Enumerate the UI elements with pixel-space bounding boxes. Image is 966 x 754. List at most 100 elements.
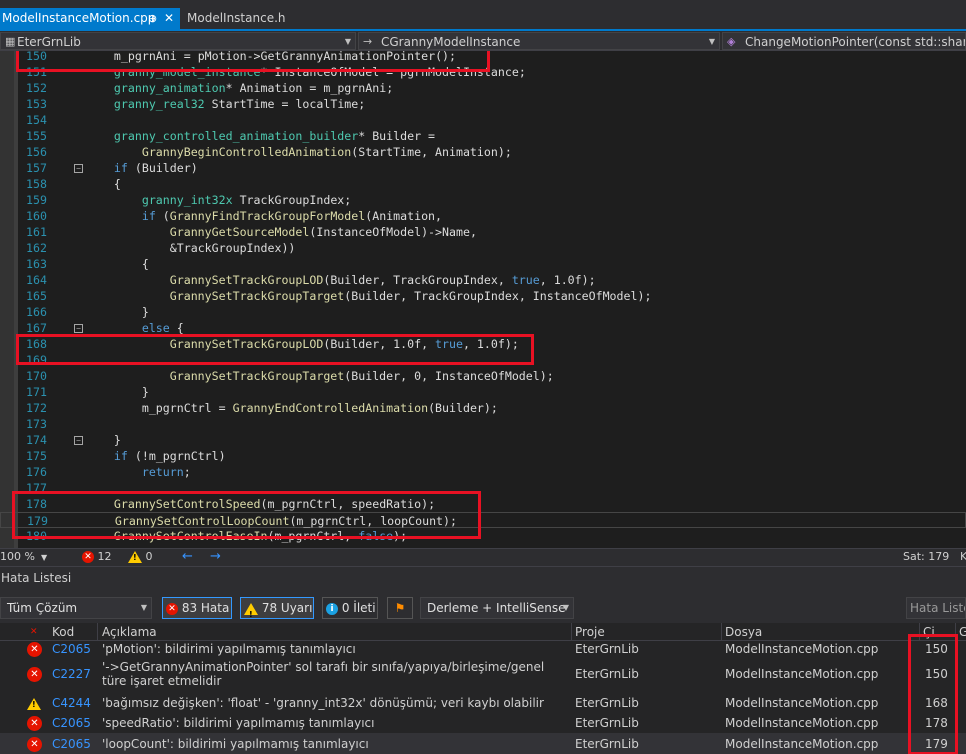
code-line[interactable]: 167 − else { xyxy=(0,320,966,336)
error-code-link[interactable]: C2065 xyxy=(52,642,91,656)
navigate-forward-icon[interactable]: → xyxy=(210,549,221,564)
line-number: 159 xyxy=(26,193,47,207)
zoom-dropdown[interactable]: 100 % ▼ xyxy=(0,550,47,563)
column-separator[interactable] xyxy=(571,623,572,641)
error-row[interactable]: ! C4244 'bağımsız değişken': 'float' - 'gr… xyxy=(0,693,966,713)
code-line[interactable]: 157 − if (Builder) xyxy=(0,160,966,176)
code-text: if (GrannyFindTrackGroupForModel(Animati… xyxy=(141,209,443,223)
line-number: 160 xyxy=(26,209,47,223)
editor-error-count[interactable]: ✕ 12 xyxy=(82,550,112,563)
line-number: 175 xyxy=(26,449,47,463)
code-line[interactable]: 174 − } xyxy=(0,432,966,448)
column-code[interactable]: Kod xyxy=(52,624,74,640)
code-line[interactable]: 166 } xyxy=(0,304,966,320)
code-line[interactable]: 151 granny_model_instance* InstanceOfMod… xyxy=(0,64,966,80)
column-description[interactable]: Açıklama xyxy=(102,624,157,640)
code-line[interactable]: 168 GrannySetTrackGroupLOD(Builder, 1.0f… xyxy=(0,336,966,352)
code-line[interactable]: 165 GrannySetTrackGroupTarget(Builder, T… xyxy=(0,288,966,304)
code-line[interactable]: 152 granny_animation* Animation = m_pgrn… xyxy=(0,80,966,96)
error-code-link[interactable]: C2227 xyxy=(52,667,91,681)
code-line[interactable]: 158 { xyxy=(0,176,966,192)
project-dropdown[interactable]: ▦ EterGrnLib ▼ xyxy=(0,32,356,50)
navigate-back-icon[interactable]: ← xyxy=(182,549,193,564)
scope-value: Tüm Çözüm xyxy=(7,601,78,615)
code-line[interactable]: 160 if (GrannyFindTrackGroupForModel(Ani… xyxy=(0,208,966,224)
filter-icon[interactable]: ⚑ xyxy=(387,597,413,619)
code-line[interactable]: 172 m_pgrnCtrl = GrannyEndControlledAnim… xyxy=(0,400,966,416)
scope-dropdown[interactable]: Tüm Çözüm ▼ xyxy=(0,597,152,619)
collapse-icon[interactable]: − xyxy=(74,436,83,445)
warnings-filter-button[interactable]: ! 78 Uyarı xyxy=(240,597,314,619)
code-line[interactable]: 176 return; xyxy=(0,464,966,480)
code-line[interactable]: 178 GrannySetControlSpeed(m_pgrnCtrl, sp… xyxy=(0,496,966,512)
tab-model-instance-motion[interactable]: ModelInstanceMotion.cpp ⊕ ✕ xyxy=(0,8,180,29)
chevron-down-icon: ▼ xyxy=(140,603,147,612)
code-text: GrannySetTrackGroupLOD(Builder, TrackGro… xyxy=(169,273,596,287)
pin-icon[interactable]: ⊕ xyxy=(148,8,157,29)
messages-filter-button[interactable]: i 0 İleti xyxy=(322,597,378,619)
column-extra[interactable]: G xyxy=(959,624,966,640)
code-line[interactable]: 156 GrannyBeginControlledAnimation(Start… xyxy=(0,144,966,160)
error-row[interactable]: ✕ C2065 'pMotion': bildirimi yapılmamış ta… xyxy=(0,640,966,658)
editor-warning-count[interactable]: ! 0 xyxy=(128,550,153,563)
column-project[interactable]: Proje xyxy=(575,624,605,640)
line-number: 154 xyxy=(26,113,47,127)
error-file: ModelInstanceMotion.cpp xyxy=(725,737,879,751)
error-project: EterGrnLib xyxy=(575,667,639,681)
column-separator[interactable] xyxy=(721,623,722,641)
error-row[interactable]: ✕ C2227 '->GetGrannyAnimationPointer' sol … xyxy=(0,658,966,690)
error-row[interactable]: ✕ C2065 'loopCount': bildirimi yapılmamış … xyxy=(0,733,966,754)
messages-filter-label: 0 İleti xyxy=(341,601,376,615)
code-text: GrannySetControlEaseIn(m_pgrnCtrl, false… xyxy=(113,529,408,543)
code-line[interactable]: 173 xyxy=(0,416,966,432)
line-number: 161 xyxy=(26,225,47,239)
code-line[interactable]: 163 { xyxy=(0,256,966,272)
error-project: EterGrnLib xyxy=(575,642,639,656)
code-line[interactable]: 154 xyxy=(0,112,966,128)
code-text: { xyxy=(86,177,121,191)
code-line[interactable]: 177 xyxy=(0,480,966,496)
code-text: granny_animation* Animation = m_pgrnAni; xyxy=(113,81,394,95)
code-text: GrannySetTrackGroupTarget(Builder, Track… xyxy=(169,289,652,303)
column-separator[interactable] xyxy=(97,623,98,641)
code-line[interactable]: 171 } xyxy=(0,384,966,400)
column-separator[interactable] xyxy=(955,623,956,641)
error-code-link[interactable]: C2065 xyxy=(52,716,91,730)
chevron-down-icon: ▼ xyxy=(40,553,48,562)
error-code-link[interactable]: C2065 xyxy=(52,737,91,751)
line-number: 165 xyxy=(26,289,47,303)
column-file[interactable]: Dosya xyxy=(725,624,762,640)
sort-icon[interactable]: ✕ xyxy=(30,624,38,640)
close-icon[interactable]: ✕ xyxy=(164,8,174,29)
errors-filter-button[interactable]: ✕ 83 Hata xyxy=(162,597,232,619)
error-list-search-input[interactable]: Hata Listesi xyxy=(906,597,966,619)
error-row[interactable]: ✕ C2065 'speedRatio': bildirimi yapılmamış… xyxy=(0,713,966,733)
code-line[interactable]: 175 if (!m_pgrnCtrl) xyxy=(0,448,966,464)
line-number: 167 xyxy=(26,321,47,335)
class-dropdown[interactable]: → CGrannyModelInstance ▼ xyxy=(358,32,720,50)
panel-title: Hata Listesi xyxy=(0,567,966,593)
code-line[interactable]: 164 GrannySetTrackGroupLOD(Builder, Trac… xyxy=(0,272,966,288)
code-line[interactable]: 161 GrannyGetSourceModel(InstanceOfModel… xyxy=(0,224,966,240)
code-line[interactable]: 155 granny_controlled_animation_builder*… xyxy=(0,128,966,144)
code-line[interactable]: 169 xyxy=(0,352,966,368)
error-code-link[interactable]: C4244 xyxy=(52,696,91,710)
code-line[interactable]: 180 GrannySetControlEaseIn(m_pgrnCtrl, f… xyxy=(0,528,966,544)
column-separator[interactable] xyxy=(919,623,920,641)
collapse-icon[interactable]: − xyxy=(74,324,83,333)
build-filter-dropdown[interactable]: Derleme + IntelliSense ▼ xyxy=(420,597,574,619)
tab-model-instance-h[interactable]: ModelInstance.h xyxy=(187,8,286,29)
line-indicator: Sat: 179 xyxy=(903,550,950,563)
column-line[interactable]: Çi... xyxy=(923,624,946,640)
code-line[interactable]: 162 &TrackGroupIndex)) xyxy=(0,240,966,256)
code-line[interactable]: 150 m_pgrnAni = pMotion->GetGrannyAnimat… xyxy=(0,51,966,64)
code-line[interactable]: 159 granny_int32x TrackGroupIndex; xyxy=(0,192,966,208)
code-editor[interactable]: 150 m_pgrnAni = pMotion->GetGrannyAnimat… xyxy=(0,51,966,548)
member-dropdown[interactable]: ◈ ChangeMotionPointer(const std::shared_… xyxy=(722,32,966,50)
code-line[interactable]: 153 granny_real32 StartTime = localTime; xyxy=(0,96,966,112)
code-line[interactable]: 170 GrannySetTrackGroupTarget(Builder, 0… xyxy=(0,368,966,384)
code-line[interactable]: 179 GrannySetControlLoopCount(m_pgrnCtrl… xyxy=(0,512,966,528)
error-description: 'loopCount': bildirimi yapılmamış tanıml… xyxy=(102,737,369,751)
collapse-icon[interactable]: − xyxy=(74,164,83,173)
